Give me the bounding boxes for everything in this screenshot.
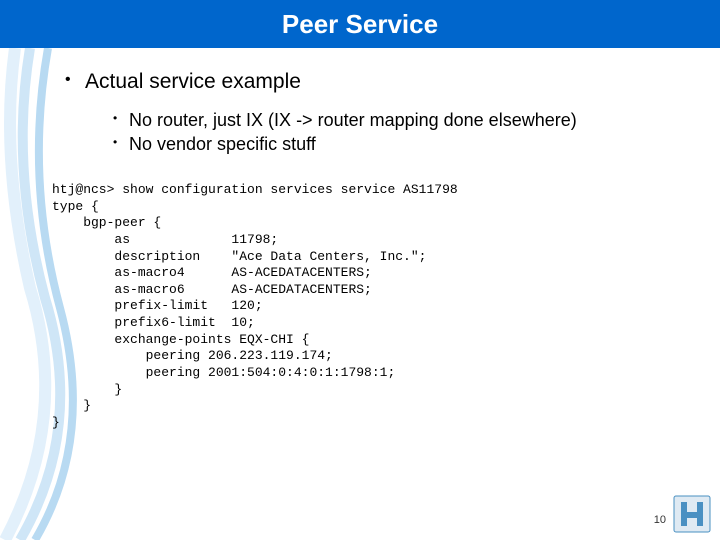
slide: Peer Service Actual service example No r…: [0, 0, 720, 540]
bullet-sub2: No vendor specific stuff: [85, 132, 705, 156]
bullet-list-level1: Actual service example No router, just I…: [65, 70, 705, 157]
slide-title: Peer Service: [282, 9, 438, 40]
logo-icon: [672, 494, 712, 534]
bullet-sub1: No router, just IX (IX -> router mapping…: [85, 108, 705, 132]
bullet-list-level2: No router, just IX (IX -> router mapping…: [85, 108, 705, 157]
code-block: htj@ncs> show configuration services ser…: [52, 182, 458, 431]
page-number: 10: [654, 514, 666, 526]
bullet-main: Actual service example No router, just I…: [65, 70, 705, 157]
bullet-sub2-text: No vendor specific stuff: [129, 134, 316, 154]
bullet-sub1-text: No router, just IX (IX -> router mapping…: [129, 110, 577, 130]
bullet-main-text: Actual service example: [85, 70, 301, 93]
content-area: Actual service example No router, just I…: [65, 70, 705, 169]
title-bar: Peer Service: [0, 0, 720, 48]
